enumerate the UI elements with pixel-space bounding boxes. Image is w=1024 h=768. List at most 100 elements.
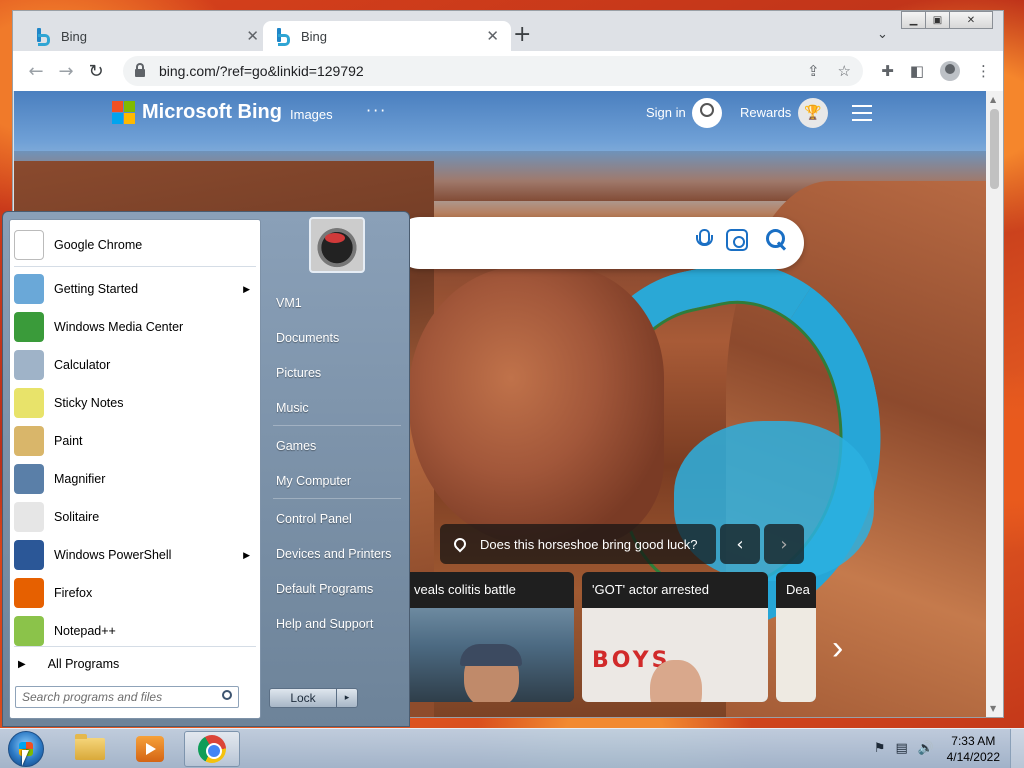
start-right-item[interactable]: My Computer bbox=[276, 474, 351, 488]
news-next-chevron-icon[interactable]: › bbox=[832, 629, 843, 668]
scroll-down-icon[interactable]: ▼ bbox=[990, 704, 996, 713]
menu-kebab-icon[interactable]: ⋮ bbox=[976, 62, 991, 80]
share-icon[interactable]: ⇪ bbox=[807, 62, 820, 80]
notepadpp-icon bbox=[14, 616, 44, 646]
search-box[interactable] bbox=[394, 217, 804, 269]
program-item[interactable]: Windows Media Center bbox=[14, 308, 258, 346]
taskbar-explorer-button[interactable] bbox=[62, 731, 118, 767]
back-icon[interactable]: ← bbox=[21, 61, 51, 82]
start-right-item[interactable]: Pictures bbox=[276, 366, 321, 380]
program-label: Magnifier bbox=[54, 472, 106, 486]
hamburger-menu-icon[interactable] bbox=[852, 105, 872, 126]
program-item[interactable]: Magnifier bbox=[14, 460, 258, 498]
start-right-item[interactable]: Devices and Printers bbox=[276, 547, 391, 561]
logo-square bbox=[124, 101, 135, 112]
start-menu-programs-pane: Google Chrome Getting Started ▶ Windows Me… bbox=[9, 219, 261, 719]
start-right-item[interactable]: Documents bbox=[276, 331, 339, 345]
divider bbox=[273, 425, 401, 426]
minimize-button[interactable]: ▁ bbox=[901, 11, 926, 29]
nav-more-link[interactable]: ··· bbox=[366, 101, 387, 120]
program-label: Windows PowerShell bbox=[54, 548, 172, 562]
trophy-icon[interactable]: 🏆 bbox=[798, 98, 828, 128]
clock[interactable]: 7:33 AM 4/14/2022 bbox=[947, 733, 1000, 765]
scroll-up-icon[interactable]: ▲ bbox=[990, 95, 996, 104]
solitaire-icon bbox=[14, 502, 44, 532]
lock-button[interactable]: Lock bbox=[269, 688, 337, 708]
taskbar-chrome-button[interactable] bbox=[184, 731, 240, 767]
action-center-flag-icon[interactable]: ⚑ bbox=[874, 741, 886, 756]
search-icon[interactable] bbox=[222, 690, 232, 700]
start-right-item[interactable]: Music bbox=[276, 401, 309, 415]
program-item[interactable]: Firefox bbox=[14, 574, 258, 612]
start-right-item[interactable]: Games bbox=[276, 439, 316, 453]
program-item[interactable]: Windows PowerShell ▶ bbox=[14, 536, 258, 574]
image-quiz-button[interactable]: Does this horseshoe bring good luck? bbox=[440, 524, 716, 564]
side-panel-icon[interactable]: ◧ bbox=[910, 62, 924, 80]
divider bbox=[14, 266, 256, 267]
horseshoe-rock bbox=[409, 266, 664, 546]
scroll-thumb[interactable] bbox=[990, 109, 999, 189]
forward-icon[interactable]: → bbox=[51, 61, 81, 82]
all-programs-button[interactable]: ▶ All Programs bbox=[18, 657, 119, 671]
program-label: Solitaire bbox=[54, 510, 100, 524]
shutdown-options-arrow-icon[interactable]: ▸ bbox=[336, 688, 358, 708]
microsoft-logo-icon[interactable] bbox=[112, 101, 135, 124]
tab-close-icon[interactable]: ✕ bbox=[246, 27, 259, 45]
news-image bbox=[776, 608, 816, 702]
tab-title: Bing bbox=[301, 28, 328, 44]
user-avatar-icon[interactable] bbox=[692, 98, 722, 128]
folder-icon bbox=[75, 734, 105, 760]
tab-bing-1[interactable]: Bing ✕ bbox=[23, 21, 271, 51]
program-item[interactable]: Getting Started ▶ bbox=[14, 270, 258, 308]
user-picture-tile[interactable] bbox=[309, 217, 365, 273]
search-icon[interactable] bbox=[766, 229, 788, 251]
submenu-arrow-icon: ▶ bbox=[243, 549, 250, 560]
clock-time: 7:33 AM bbox=[951, 734, 996, 748]
document-icon bbox=[14, 230, 44, 260]
volume-icon[interactable]: 🔊 bbox=[918, 741, 934, 756]
bing-brand[interactable]: Microsoft Bing bbox=[142, 101, 282, 124]
news-card[interactable]: Dea bbox=[776, 572, 816, 702]
taskbar-media-player-button[interactable] bbox=[122, 731, 178, 767]
start-right-item[interactable]: Help and Support bbox=[276, 617, 373, 631]
start-search-input[interactable]: Search programs and files bbox=[15, 686, 239, 708]
visual-search-icon[interactable] bbox=[726, 229, 748, 251]
address-bar[interactable]: bing.com/?ref=go&linkid=129792 ⇪ ☆ bbox=[123, 56, 863, 86]
news-title: Dea bbox=[786, 582, 810, 597]
nav-images-link[interactable]: Images bbox=[290, 107, 333, 122]
close-button[interactable]: ✕ bbox=[949, 11, 993, 29]
start-right-item[interactable]: Default Programs bbox=[276, 582, 373, 596]
tab-search-chevron-icon[interactable]: ⌄ bbox=[877, 27, 888, 42]
news-card[interactable]: veals colitis battle bbox=[404, 572, 574, 702]
program-item[interactable]: Notepad++ bbox=[14, 612, 258, 650]
new-tab-button[interactable]: + bbox=[513, 24, 531, 46]
lock-icon[interactable] bbox=[135, 63, 145, 77]
tab-strip: Bing ✕ Bing ✕ + ⌄ ▁ ▣ ✕ bbox=[13, 11, 1003, 51]
previous-image-button[interactable]: ‹ bbox=[720, 524, 760, 564]
start-right-item[interactable]: Control Panel bbox=[276, 512, 352, 526]
program-item-google-chrome[interactable]: Google Chrome bbox=[14, 226, 258, 264]
show-desktop-button[interactable] bbox=[1010, 729, 1024, 768]
network-icon[interactable]: ▤ bbox=[896, 741, 908, 756]
reload-icon[interactable]: ↻ bbox=[81, 61, 111, 82]
tab-bing-2[interactable]: Bing ✕ bbox=[263, 21, 511, 51]
extensions-icon[interactable]: ✚ bbox=[881, 62, 894, 80]
start-right-item[interactable]: VM1 bbox=[276, 296, 302, 310]
program-item[interactable]: Calculator bbox=[14, 346, 258, 384]
bookmark-star-icon[interactable]: ☆ bbox=[838, 62, 851, 80]
maximize-button[interactable]: ▣ bbox=[925, 11, 950, 29]
tab-close-icon[interactable]: ✕ bbox=[486, 27, 499, 45]
news-card[interactable]: 'GOT' actor arrested BOYS bbox=[582, 572, 768, 702]
next-image-button[interactable]: › bbox=[764, 524, 804, 564]
profile-icon[interactable] bbox=[940, 61, 960, 81]
sign-in-link[interactable]: Sign in bbox=[646, 105, 686, 120]
logo-square bbox=[112, 101, 123, 112]
browser-toolbar: ← → ↻ bing.com/?ref=go&linkid=129792 ⇪ ☆… bbox=[13, 51, 1003, 91]
rewards-link[interactable]: Rewards bbox=[740, 105, 791, 120]
program-item[interactable]: Solitaire bbox=[14, 498, 258, 536]
microphone-icon[interactable] bbox=[696, 229, 713, 249]
triangle-right-icon: ▶ bbox=[18, 658, 26, 670]
program-item[interactable]: Paint bbox=[14, 422, 258, 460]
program-item[interactable]: Sticky Notes bbox=[14, 384, 258, 422]
vertical-scrollbar[interactable]: ▲ ▼ bbox=[986, 91, 1003, 717]
